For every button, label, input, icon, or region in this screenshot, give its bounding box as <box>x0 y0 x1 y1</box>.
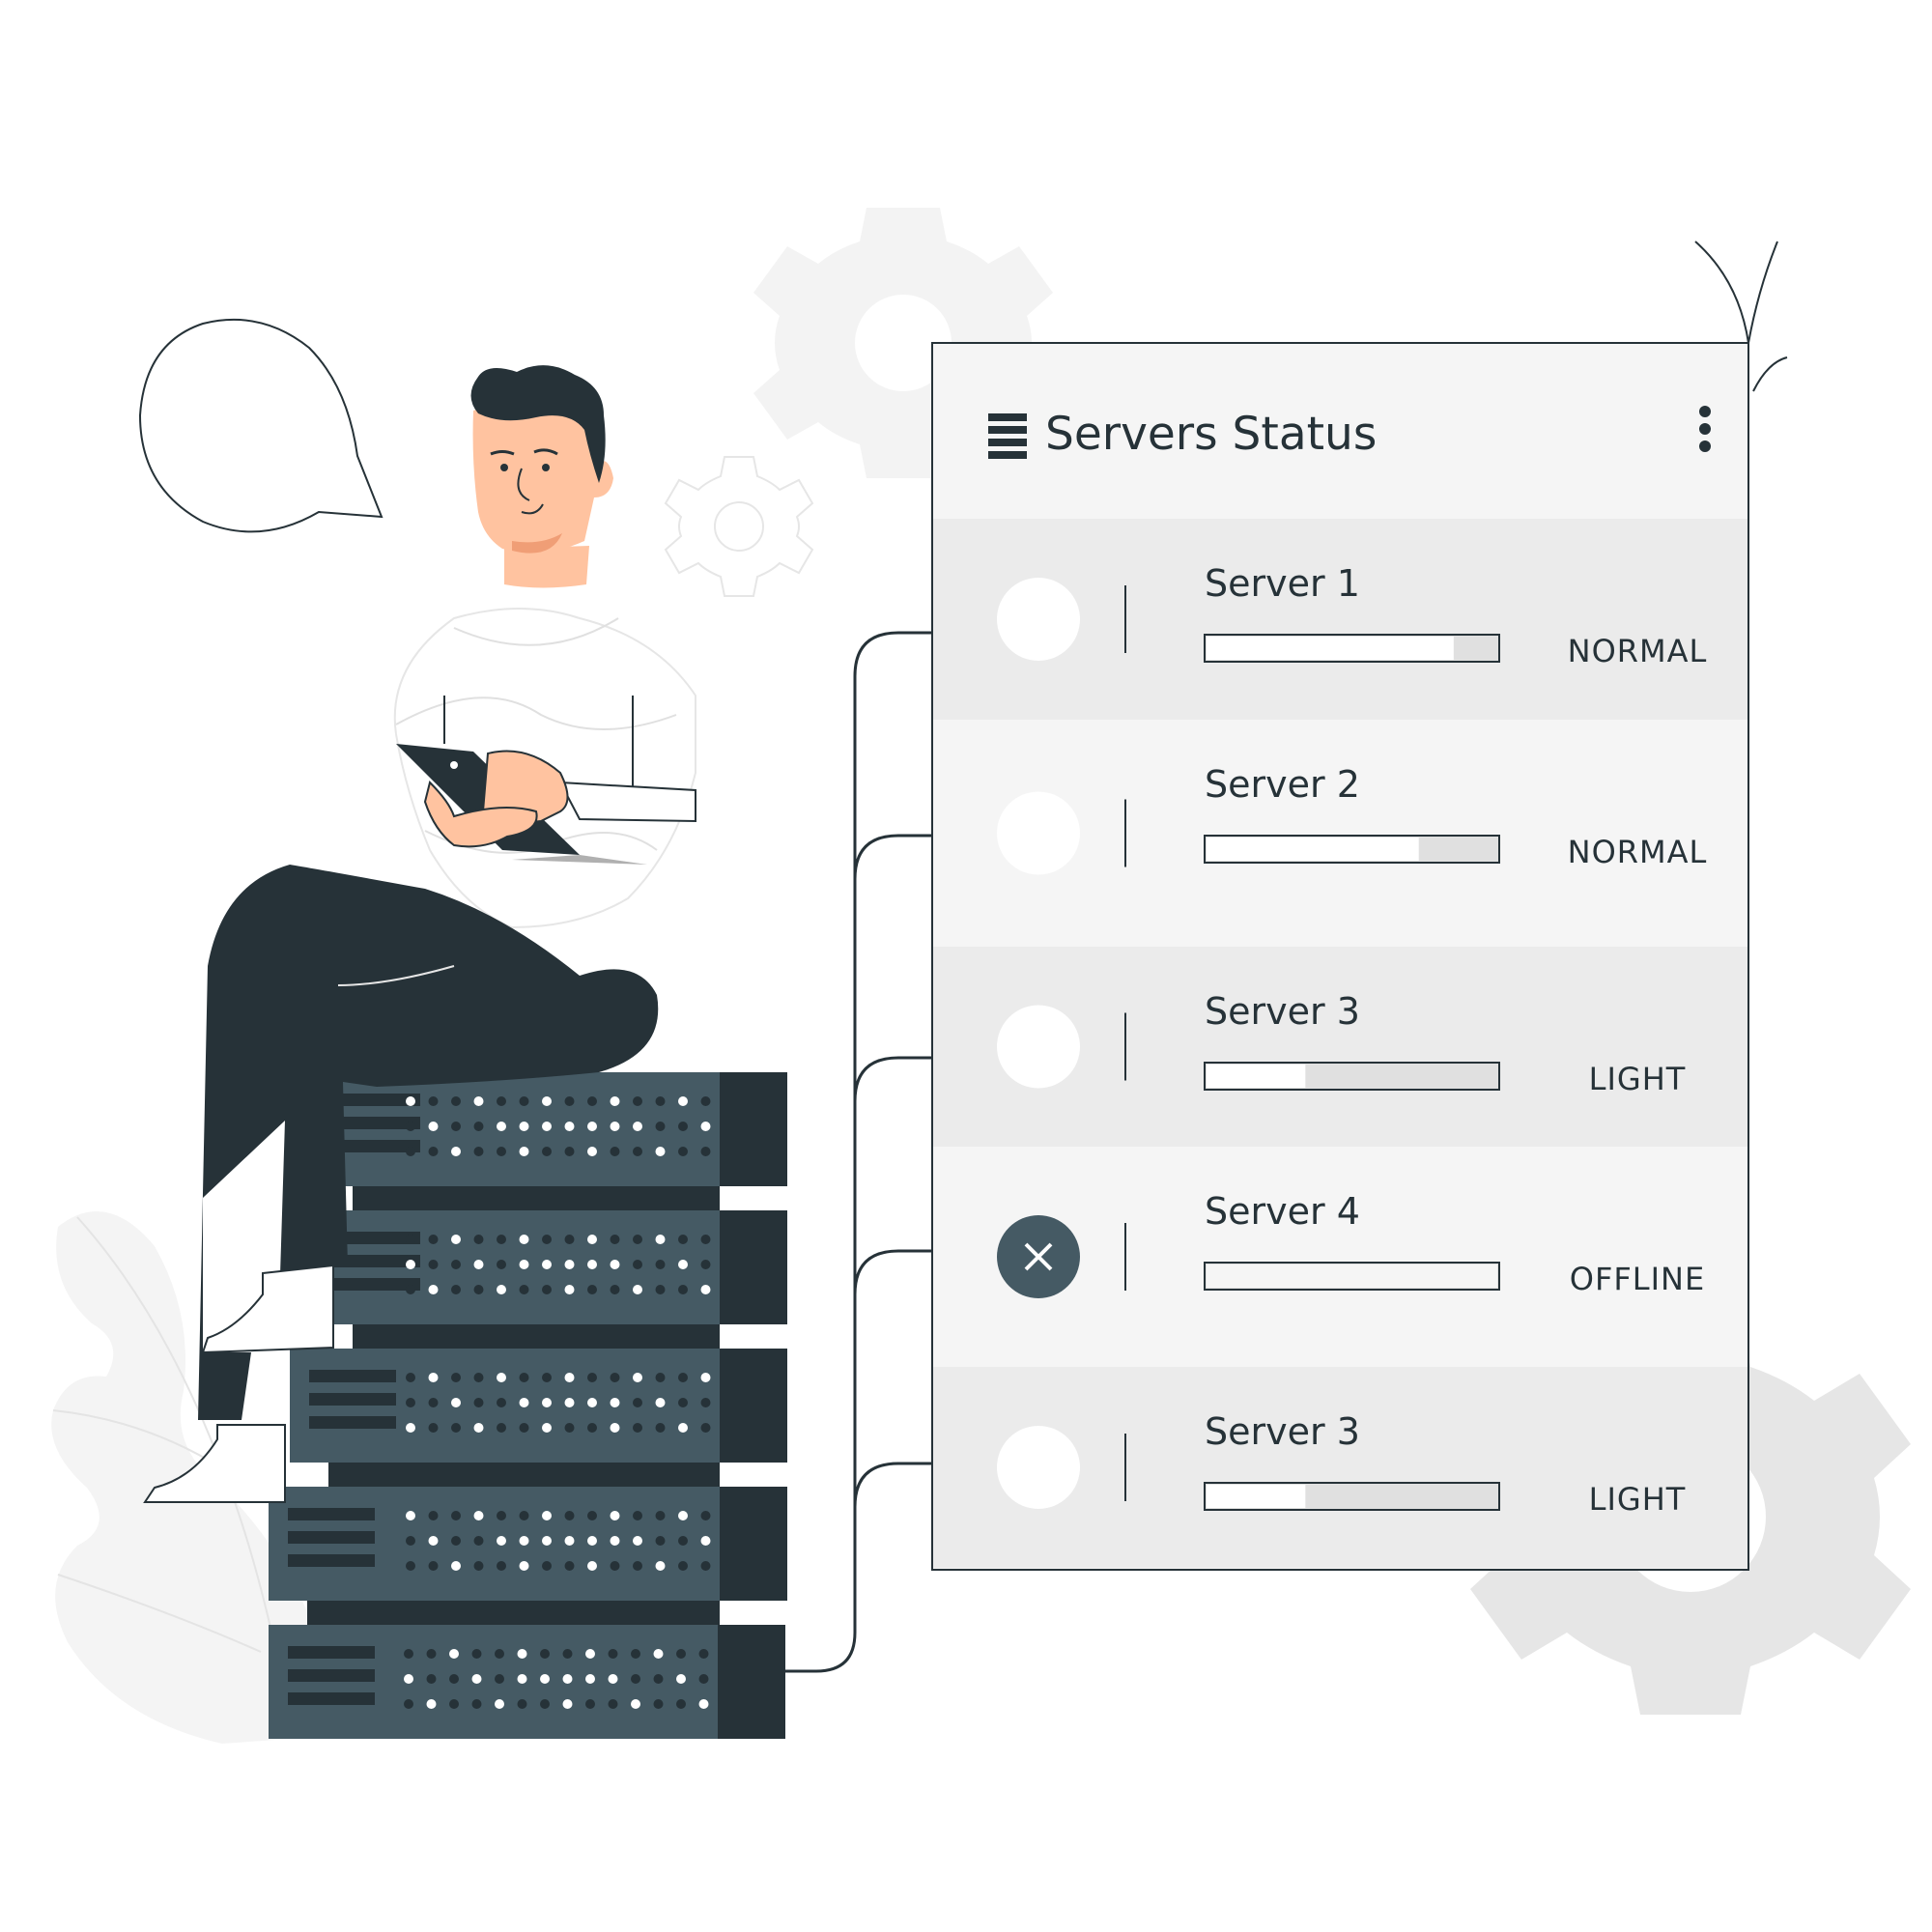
server-status-label: LIGHT <box>1589 1481 1687 1518</box>
server-row[interactable]: Server 1 NORMAL <box>933 519 1747 720</box>
panel-title: Servers Status <box>1045 408 1377 461</box>
server-status-label: LIGHT <box>1589 1061 1687 1097</box>
load-bar-fill <box>1207 637 1454 660</box>
server-rack-unit <box>269 1487 787 1625</box>
small-gear-icon <box>664 456 814 597</box>
server-rack-stack <box>269 1072 787 1739</box>
servers-status-panel: Servers Status Server 1 NORMAL Server 2 NOR… <box>931 342 1749 1571</box>
server-row[interactable]: Server 3 LIGHT <box>933 947 1747 1147</box>
illustration-scene: Servers Status Server 1 NORMAL Server 2 NOR… <box>51 208 1911 1744</box>
server-row[interactable]: Server 4 OFFLINE <box>933 1147 1747 1367</box>
server-rack-unit <box>314 1072 787 1210</box>
server-row[interactable]: Server 2 NORMAL <box>933 720 1747 947</box>
load-bar-fill <box>1207 1485 1306 1508</box>
more-vertical-icon[interactable] <box>1699 406 1711 452</box>
server-status-label: NORMAL <box>1568 633 1708 669</box>
speech-bubble <box>138 318 384 533</box>
server-status-label: OFFLINE <box>1570 1261 1705 1297</box>
load-bar-fill <box>1207 838 1419 861</box>
status-indicator <box>997 578 1080 661</box>
server-name: Server 2 <box>1205 763 1360 806</box>
server-name: Server 4 <box>1205 1190 1360 1233</box>
connector-lines <box>782 631 932 1673</box>
load-bar-fill <box>1207 1065 1306 1088</box>
load-bar-empty <box>1207 1264 1497 1288</box>
server-status-label: NORMAL <box>1568 834 1708 870</box>
close-icon <box>997 1215 1080 1298</box>
status-indicator <box>997 1005 1080 1089</box>
server-name: Server 1 <box>1205 562 1360 605</box>
server-rack-unit <box>314 1210 787 1349</box>
status-indicator <box>997 1426 1080 1509</box>
server-name: Server 3 <box>1205 1410 1360 1453</box>
server-row[interactable]: Server 3 LIGHT <box>933 1367 1747 1568</box>
server-rack-unit <box>269 1625 785 1739</box>
status-indicator <box>997 791 1080 875</box>
server-rack-unit <box>290 1349 787 1487</box>
server-name: Server 3 <box>1205 990 1360 1033</box>
